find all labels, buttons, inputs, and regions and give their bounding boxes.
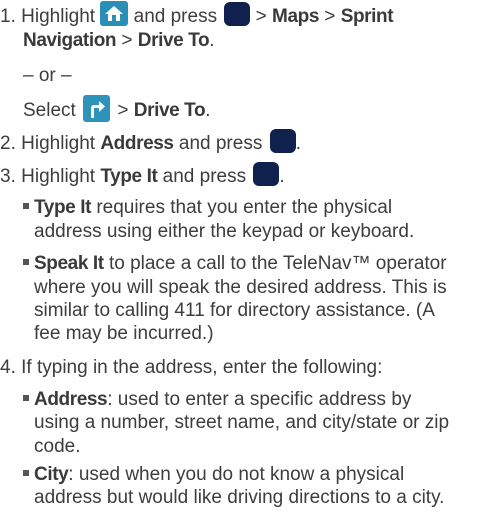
step1-separator-3: >	[116, 30, 138, 51]
instruction-page: 1. Highlight and press > Maps > Sprint N…	[0, 0, 485, 512]
bullet-marker	[23, 259, 29, 265]
step4-bullet1-term: Address	[34, 389, 108, 410]
step4-number: 4.	[0, 357, 16, 378]
step3-bullet1-line1: Type It requires that you enter the phys…	[23, 195, 392, 220]
step4-bullet1-text2: using a number, street name, and city/st…	[34, 412, 450, 433]
step1-number: 1.	[0, 6, 16, 27]
step3-bullet1-text2: address using either the keypad or keybo…	[34, 221, 415, 242]
step2-period: .	[295, 133, 301, 154]
step1-drive-to-2: Drive To	[133, 100, 206, 121]
step1-maps: Maps	[272, 6, 320, 27]
step4-bullet2-line1: City: used when you do not know a physic…	[23, 462, 404, 487]
step3-bullet2-line1: Speak It to place a call to the TeleNav™…	[23, 251, 447, 276]
step4-intro: If typing in the address, enter the foll…	[21, 357, 383, 378]
step3-number: 3.	[0, 166, 16, 187]
step1-sprint-navigation: Sprint	[340, 6, 394, 27]
step3-period: .	[279, 166, 285, 187]
step3-bullet2-text1: to place a call to the TeleNav™ operator	[108, 253, 447, 274]
step1-separator-1: >	[255, 6, 267, 27]
bullet-marker	[23, 203, 29, 209]
home-icon	[100, 1, 129, 26]
step1-separator-2: >	[324, 6, 336, 27]
step1-sprint-navigation-cont: Navigation	[23, 30, 117, 51]
step1-select-text: Select	[23, 100, 76, 121]
step1-and-press-text: and press	[133, 6, 218, 27]
ok-key-icon	[224, 2, 251, 26]
step3-bullet1-text1: requires that you enter the physical	[96, 197, 393, 218]
step1-period-2: .	[205, 100, 211, 121]
step4-bullet2-text2: address but would like driving direction…	[34, 487, 445, 508]
bullet-marker	[23, 470, 29, 476]
ok-key-icon	[269, 129, 296, 153]
step3-bullet2-text2: where you will speak the desired address…	[34, 277, 447, 298]
step1-or: – or –	[23, 65, 72, 86]
step1-drive-to: Drive To	[137, 30, 210, 51]
step2-highlight-text: Highlight	[21, 133, 96, 154]
step1-line1: 1. Highlight and press > Maps > Sprint	[0, 1, 394, 29]
step4-bullet1-line1: Address: used to enter a specific addres…	[23, 387, 411, 412]
step4-bullet1-text1: : used to enter a specific address by	[107, 389, 412, 410]
step2-line: 2. Highlight Address and press .	[0, 129, 301, 156]
step2-number: 2.	[0, 133, 16, 154]
step3-highlight-text: Highlight	[21, 166, 96, 187]
step1-line2: Navigation > Drive To.	[23, 28, 214, 53]
step1-period: .	[209, 30, 215, 51]
step3-type-it: Type It	[100, 166, 158, 187]
step4-bullet1-text3: code.	[34, 436, 81, 457]
step3-bullet2-term: Speak It	[34, 253, 104, 274]
step3-bullet2-text3: similar to calling 411 for directory ass…	[34, 300, 435, 321]
step3-and-press-text: and press	[162, 166, 247, 187]
step4-bullet2-term: City	[34, 464, 69, 485]
step3-line: 3. Highlight Type It and press .	[0, 162, 285, 189]
step4-bullet2-text1: : used when you do not know a physical	[68, 464, 405, 485]
step1-separator-4: >	[117, 100, 129, 121]
step1-line-select: Select > Drive To.	[23, 95, 210, 123]
step4-line: 4. If typing in the address, enter the f…	[0, 355, 382, 380]
step1-highlight-text: Highlight	[21, 6, 96, 27]
step2-and-press-text: and press	[178, 133, 263, 154]
ok-key-icon	[253, 162, 280, 186]
step3-bullet1-term: Type It	[34, 197, 92, 218]
navigation-turn-icon	[83, 95, 111, 122]
step2-address: Address	[100, 133, 174, 154]
bullet-marker	[23, 395, 29, 401]
step3-bullet2-text4: fee may be incurred.)	[34, 323, 214, 344]
